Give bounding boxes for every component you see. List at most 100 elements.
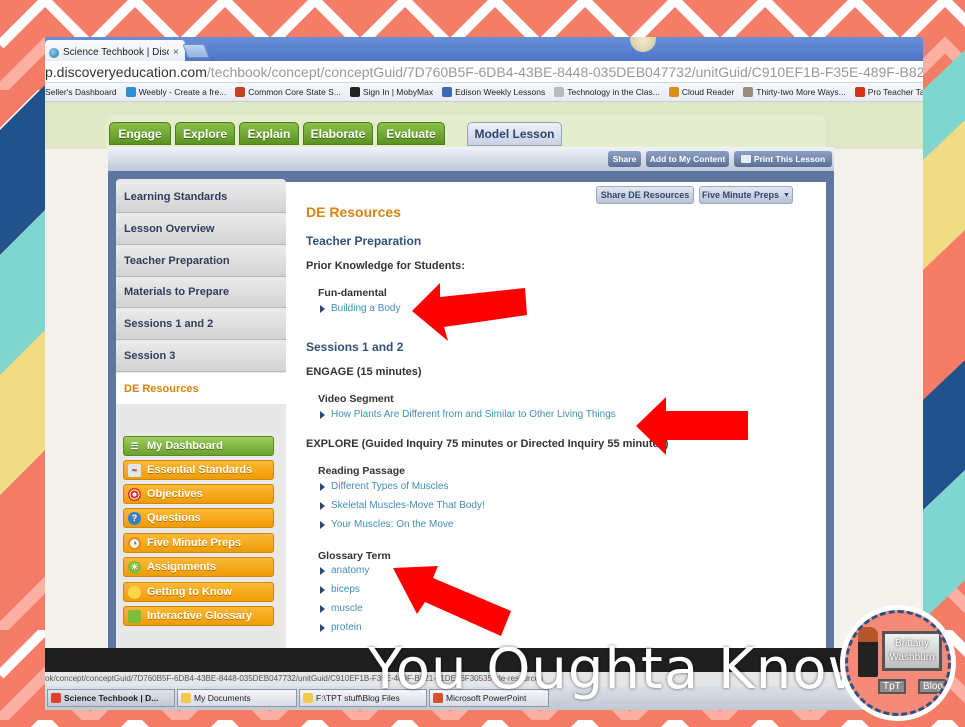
- weebly-icon: [125, 87, 136, 97]
- questions-label: Questions: [147, 512, 201, 524]
- bookmark-item[interactable]: Weebly - Create a fre...: [125, 87, 226, 97]
- tab-evaluate[interactable]: Evaluate: [377, 122, 445, 145]
- resource-link[interactable]: Your Muscles: On the Move: [320, 519, 453, 530]
- discovery-favicon-icon: [49, 47, 59, 58]
- bookmark-label: Pro Teacher Task Car...: [867, 87, 923, 97]
- triangle-right-icon: [320, 566, 325, 575]
- badge-tpt: TpT: [878, 679, 906, 694]
- glossary-link-label: anatomy: [331, 565, 370, 576]
- kindle-icon: [668, 87, 679, 97]
- share-de-resources-button[interactable]: Share DE Resources: [596, 186, 694, 204]
- sidebar-item-learning-standards[interactable]: Learning Standards: [116, 182, 286, 213]
- taskbar-label: My Documents: [194, 693, 251, 703]
- essential-standards-button[interactable]: ~ Essential Standards: [123, 460, 274, 480]
- bookmark-item[interactable]: Pro Teacher Task Car...: [854, 87, 923, 97]
- bookmark-label: Edison Weekly Lessons: [455, 87, 546, 97]
- five-minute-preps-button[interactable]: ◔ Five Minute Preps: [123, 533, 274, 553]
- tab-engage[interactable]: Engage: [109, 122, 171, 145]
- objectives-button[interactable]: Objectives: [123, 484, 274, 504]
- tab-explain[interactable]: Explain: [239, 122, 299, 145]
- teacher-preparation-heading: Teacher Preparation: [306, 234, 422, 248]
- interactive-glossary-button[interactable]: Interactive Glossary: [123, 606, 274, 626]
- bookmark-item[interactable]: Sign In | MobyMax: [349, 87, 433, 97]
- burst-icon: ✳: [128, 560, 141, 574]
- questions-button[interactable]: ? Questions: [123, 508, 274, 528]
- tab-explore[interactable]: Explore: [175, 122, 235, 145]
- sidebar-item-teacher-preparation[interactable]: Teacher Preparation: [116, 246, 286, 277]
- edison-icon: [442, 87, 453, 97]
- resource-link-label: Different Types of Muscles: [331, 481, 449, 492]
- glossary-term-label: Glossary Term: [318, 550, 391, 562]
- reading-passage-label: Reading Passage: [318, 465, 405, 477]
- resource-link-label: Building a Body: [331, 303, 401, 314]
- bookmark-label: Thirty-two More Ways...: [756, 87, 846, 97]
- my-dashboard-label: My Dashboard: [147, 440, 223, 452]
- tab-strip: Science Techbook | Discover ×: [45, 37, 923, 61]
- assignments-button[interactable]: ✳ Assignments: [123, 557, 274, 577]
- five-minute-preps-dropdown[interactable]: Five Minute Preps ▼: [699, 186, 793, 204]
- bookmark-label: Common Core State S...: [248, 87, 341, 97]
- print-lesson-label: Print This Lesson: [753, 154, 826, 164]
- mobymax-icon: [349, 87, 360, 97]
- url-path: /techbook/concept/conceptGuid/7D760B5F-6…: [206, 64, 923, 80]
- tab-title: Science Techbook | Discover: [63, 47, 169, 58]
- triangle-right-icon: [320, 482, 325, 491]
- getting-to-know-label: Getting to Know: [147, 586, 232, 598]
- add-to-my-content-button[interactable]: Add to My Content: [646, 151, 729, 167]
- taskbar-button[interactable]: Science Techbook | D...: [47, 689, 175, 707]
- brittany-washburn-badge: Brittany Washburn TpT Blog: [840, 605, 956, 721]
- triangle-right-icon: [320, 304, 325, 313]
- red-arrow-icon: [636, 397, 748, 455]
- page-title: DE Resources: [306, 204, 401, 220]
- bookmark-item[interactable]: Common Core State S...: [235, 87, 341, 97]
- bookmark-item[interactable]: Technology in the Clas...: [554, 87, 660, 97]
- glossary-link[interactable]: protein: [320, 622, 362, 633]
- resource-link[interactable]: Skeletal Muscles-Move That Body!: [320, 500, 485, 511]
- share-button[interactable]: Share: [608, 151, 641, 167]
- sidebar-item-lesson-overview[interactable]: Lesson Overview: [116, 214, 286, 245]
- chrome-icon: [51, 693, 61, 703]
- glossary-link[interactable]: anatomy: [320, 565, 369, 576]
- interactive-glossary-label: Interactive Glossary: [147, 610, 253, 622]
- glossary-link-label: biceps: [331, 584, 360, 595]
- resource-link[interactable]: Building a Body: [320, 303, 401, 314]
- lightbulb-icon: [128, 585, 141, 599]
- triangle-right-icon: [320, 585, 325, 594]
- resource-link[interactable]: Different Types of Muscles: [320, 481, 448, 492]
- resource-link-label: Your Muscles: On the Move: [331, 519, 454, 530]
- sidebar-item-session-3[interactable]: Session 3: [116, 341, 286, 372]
- tab-elaborate[interactable]: Elaborate: [303, 122, 373, 145]
- glossary-link-label: protein: [331, 622, 362, 633]
- glossary-link[interactable]: biceps: [320, 584, 360, 595]
- sidebar-item-sessions-1-and-2[interactable]: Sessions 1 and 2: [116, 309, 286, 340]
- browser-tab[interactable]: Science Techbook | Discover ×: [45, 40, 185, 61]
- overlay-title: You Oughta Know: [368, 637, 875, 702]
- resource-link[interactable]: How Plants Are Different from and Simila…: [320, 409, 616, 420]
- ccss-icon: [235, 87, 246, 97]
- printer-icon: [740, 155, 751, 163]
- badge-screen: Brittany Washburn: [882, 631, 942, 671]
- taskbar-button[interactable]: My Documents: [177, 689, 297, 707]
- five-minute-preps-label: Five Minute Preps: [147, 537, 242, 549]
- objectives-label: Objectives: [147, 488, 203, 500]
- tab-model-lesson[interactable]: Model Lesson: [467, 122, 562, 146]
- close-tab-icon[interactable]: ×: [173, 47, 179, 58]
- sidebar-item-materials-to-prepare[interactable]: Materials to Prepare: [116, 277, 286, 308]
- folder-icon: [303, 693, 313, 703]
- print-lesson-button[interactable]: Print This Lesson: [734, 151, 832, 167]
- address-bar[interactable]: p.discoveryeducation.com/techbook/concep…: [45, 61, 923, 83]
- new-tab-button[interactable]: [182, 44, 210, 58]
- bookmark-item[interactable]: Thirty-two More Ways...: [743, 87, 846, 97]
- clock-icon: ◔: [128, 536, 141, 550]
- resource-link-label: How Plants Are Different from and Simila…: [331, 409, 616, 420]
- bookmarks-bar: Seller's Dashboard Weebly - Create a fre.…: [45, 83, 923, 102]
- bookmark-item[interactable]: Cloud Reader: [668, 87, 734, 97]
- my-dashboard-button[interactable]: ☰ My Dashboard: [123, 436, 274, 456]
- bookmark-item[interactable]: Seller's Dashboard: [45, 87, 117, 97]
- badge-line2: Washburn: [889, 652, 935, 663]
- badge-blog: Blog: [918, 679, 948, 694]
- glossary-link[interactable]: muscle: [320, 603, 363, 614]
- bookmark-item[interactable]: Edison Weekly Lessons: [442, 87, 545, 97]
- sidebar-item-de-resources[interactable]: DE Resources: [116, 373, 286, 404]
- getting-to-know-button[interactable]: Getting to Know: [123, 582, 274, 602]
